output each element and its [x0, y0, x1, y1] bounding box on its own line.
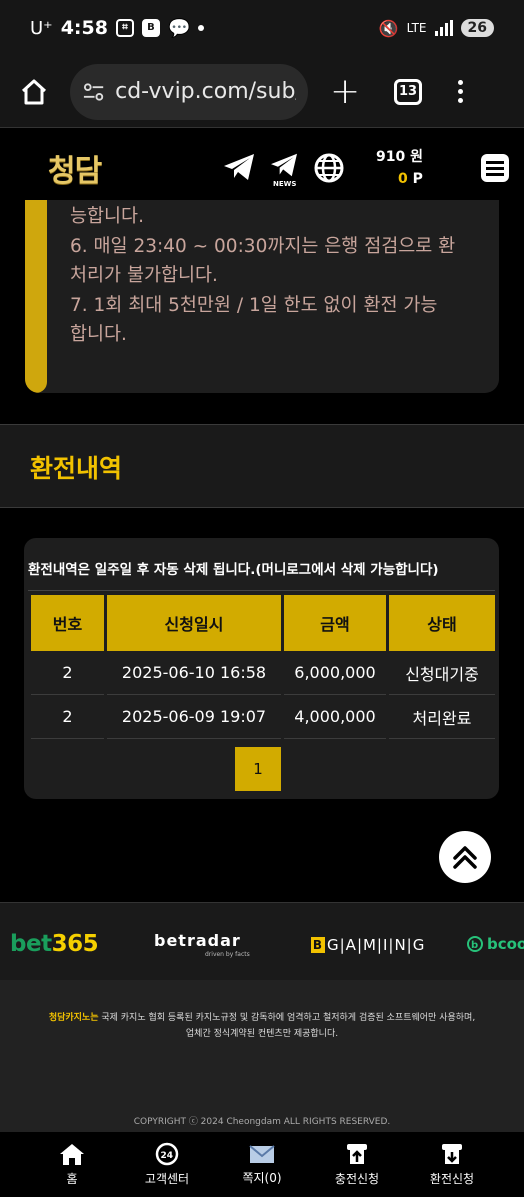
nav-home[interactable]: 홈	[42, 1132, 102, 1197]
nav-label: 충전신청	[334, 1172, 380, 1186]
cell-status: 신청대기중	[389, 651, 495, 695]
bet365-logo: bet365	[10, 931, 99, 957]
nav-label: 쪽지(0)	[242, 1171, 282, 1185]
column-header-status: 상태	[389, 595, 495, 651]
hamburger-menu-icon[interactable]	[480, 153, 510, 183]
browser-home-button[interactable]	[16, 74, 52, 110]
notice-line: 6. 매일 23:40 ~ 00:30까지는 은행 점검으로 환	[70, 235, 456, 257]
cell-number: 2	[31, 695, 104, 739]
exchange-history-card: 환전내역은 일주일 후 자동 삭제 됩니다.(머니로그에서 삭제 가능합니다) …	[24, 538, 499, 799]
battery-indicator: 26	[460, 19, 494, 37]
news-label: NEWS	[273, 180, 297, 188]
partner-logos-strip: bet365 betradar driven by facts B G|A|M|I…	[0, 902, 524, 980]
notice-accent-bar	[25, 200, 47, 393]
notice-text: 능합니다. 6. 매일 23:40 ~ 00:30까지는 은행 점검으로 환 처…	[70, 202, 480, 350]
table-row: 2 2025-06-09 19:07 4,000,000 처리완료	[31, 695, 495, 739]
column-header-amount: 금액	[284, 595, 386, 651]
site-header: 청담 NEWS 910 원 0 P	[0, 128, 524, 206]
column-header-date: 신청일시	[107, 595, 281, 651]
deposit-icon	[347, 1144, 367, 1164]
history-section-header: 환전내역	[0, 424, 524, 508]
divider	[28, 590, 495, 591]
double-chevron-up-icon	[453, 846, 477, 869]
signal-icon	[434, 20, 453, 36]
page: U⁺ 4:58 ⌗ B 💬 🔇 LTE 26 cd-vvip.com/sub/ …	[0, 0, 524, 1197]
tab-switcher-button[interactable]: 13	[394, 78, 422, 105]
footer-desc-line1: 국제 카지노 협회 등록된 카지노규정 및 감독하에 엄격하고 철저하게 검증된…	[98, 1013, 476, 1023]
betradar-logo: betradar	[154, 931, 241, 950]
cell-number: 2	[31, 651, 104, 695]
bcoongo-mark-icon: b	[467, 936, 483, 952]
withdraw-icon	[442, 1144, 462, 1164]
notice-line: 능합니다.	[70, 206, 144, 227]
betradar-tagline: driven by facts	[205, 951, 250, 958]
new-tab-button[interactable]: +	[330, 73, 360, 110]
cell-date: 2025-06-09 19:07	[107, 695, 281, 739]
nav-support[interactable]: 24 고객센터	[132, 1132, 202, 1197]
table-header-row: 번호 신청일시 금액 상태	[31, 595, 495, 651]
network-label: LTE	[406, 21, 427, 35]
bcoongo-logo: b bcoo	[466, 935, 524, 953]
section-title: 환전내역	[30, 454, 123, 483]
home-icon	[21, 79, 47, 104]
site-logo[interactable]: 청담	[48, 146, 102, 190]
support-24-icon: 24	[155, 1142, 179, 1166]
site-settings-icon[interactable]	[82, 80, 105, 104]
column-header-number: 번호	[31, 595, 104, 651]
url-text: cd-vvip.com/sub/	[115, 79, 296, 104]
notice-line: 합니다.	[70, 324, 127, 345]
pagination-page-button[interactable]: 1	[235, 747, 281, 791]
address-bar[interactable]: cd-vvip.com/sub/	[70, 63, 308, 120]
notice-line: 처리가 불가합니다.	[70, 265, 218, 286]
site-footer: 청담카지노는 국제 카지노 협회 등록된 카지노규정 및 감독하에 엄격하고 철…	[0, 980, 524, 1132]
nav-label: 홈	[66, 1172, 78, 1186]
history-auto-delete-notice: 환전내역은 일주일 후 자동 삭제 됩니다.(머니로그에서 삭제 가능합니다)	[28, 562, 439, 578]
cell-date: 2025-06-10 16:58	[107, 651, 281, 695]
nav-messages[interactable]: 쪽지(0)	[227, 1132, 297, 1197]
cell-amount: 4,000,000	[284, 695, 386, 739]
chat-bubble-icon: 💬	[167, 17, 191, 39]
status-bar: U⁺ 4:58 ⌗ B 💬 🔇 LTE 26	[0, 0, 524, 56]
mute-icon: 🔇	[378, 18, 399, 38]
footer-description: 청담카지노는 국제 카지노 협회 등록된 카지노규정 및 감독하에 엄격하고 철…	[20, 1010, 504, 1042]
scroll-to-top-button[interactable]	[439, 831, 491, 883]
screenshot-icon: ⌗	[115, 19, 134, 37]
footer-brand: 청담카지노는	[48, 1013, 99, 1023]
nav-label: 고객센터	[144, 1172, 190, 1186]
app-b-icon: B	[141, 19, 160, 37]
nav-label: 환전신청	[429, 1172, 475, 1186]
points-unit: P	[412, 171, 423, 187]
notification-dot-icon	[198, 25, 205, 31]
nav-deposit[interactable]: 충전신청	[322, 1132, 392, 1197]
globe-icon[interactable]	[313, 152, 345, 184]
telegram-news-icon[interactable]	[269, 152, 299, 178]
copyright: COPYRIGHT ⓒ 2024 Cheongdam ALL RIGHTS RE…	[133, 1117, 391, 1127]
browser-toolbar: cd-vvip.com/sub/ + 13	[0, 56, 524, 128]
balance-display: 910 원	[376, 149, 423, 165]
bottom-navigation: 홈 24 고객센터 쪽지(0) 충전신청 환전신청	[0, 1132, 524, 1197]
clock: 4:58	[60, 17, 108, 39]
footer-desc-line2: 업체간 정식계약된 컨텐츠만 제공합니다.	[185, 1029, 339, 1039]
carrier-label: U⁺	[30, 17, 53, 39]
history-table: 번호 신청일시 금액 상태 2 2025-06-10 16:58 6,000,0…	[28, 595, 498, 739]
svg-text:24: 24	[161, 1151, 174, 1161]
exchange-notice-card: 능합니다. 6. 매일 23:40 ~ 00:30까지는 은행 점검으로 환 처…	[25, 200, 499, 393]
telegram-icon[interactable]	[222, 152, 256, 182]
home-icon	[60, 1144, 84, 1165]
svg-text:b: b	[471, 940, 478, 951]
nav-withdraw[interactable]: 환전신청	[417, 1132, 487, 1197]
browser-menu-button[interactable]	[458, 80, 463, 103]
table-row: 2 2025-06-10 16:58 6,000,000 신청대기중	[31, 651, 495, 695]
cell-amount: 6,000,000	[284, 651, 386, 695]
cell-status: 처리완료	[389, 695, 495, 739]
mail-icon	[249, 1145, 275, 1163]
points-value: 0	[398, 171, 408, 187]
points-display: 0 P	[398, 171, 423, 187]
bgaming-logo: B G|A|M|I|N|G	[311, 936, 426, 954]
notice-line: 7. 1회 최대 5천만원 / 1일 한도 없이 환전 가능	[70, 294, 438, 316]
